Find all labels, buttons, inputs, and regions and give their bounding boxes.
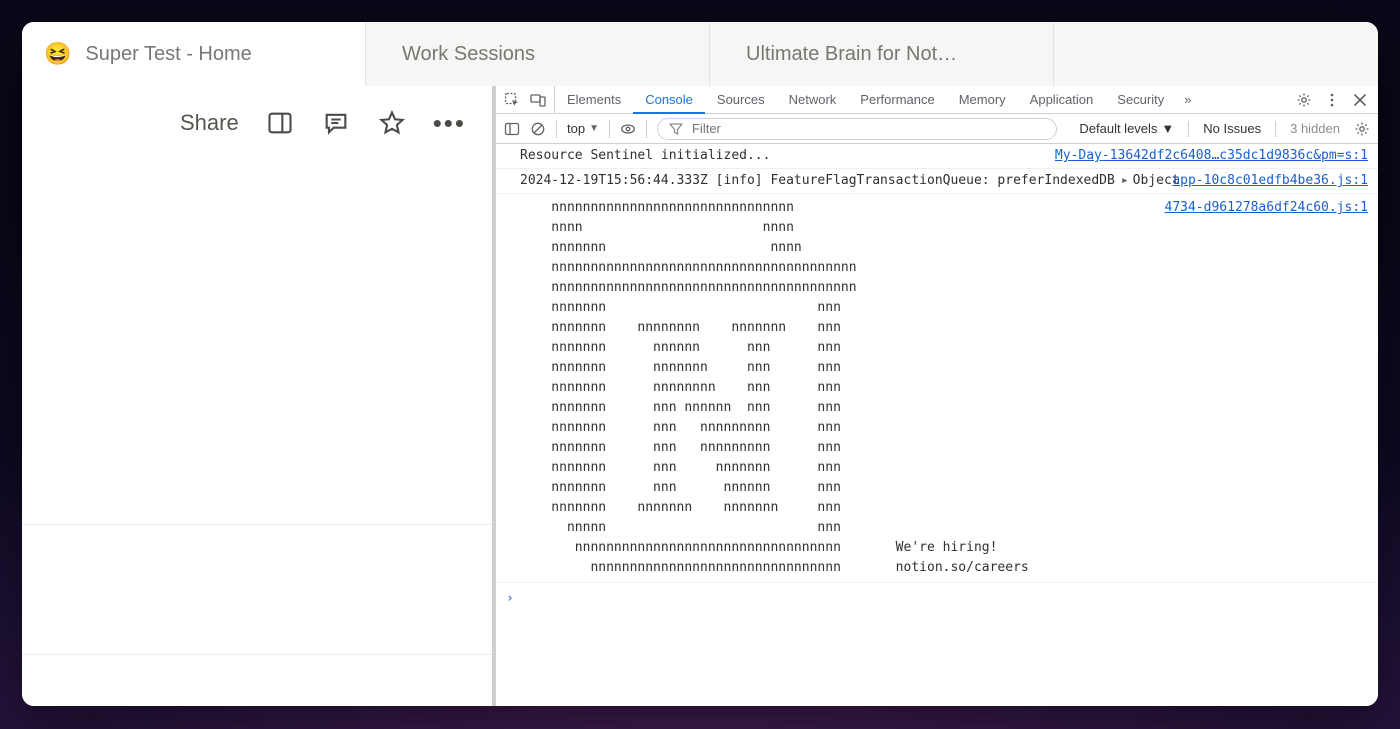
- issues-button[interactable]: No Issues: [1203, 121, 1261, 136]
- console-output: Resource Sentinel initialized... My-Day-…: [496, 144, 1378, 706]
- tab-application[interactable]: Application: [1018, 86, 1106, 113]
- tab-sources[interactable]: Sources: [705, 86, 777, 113]
- context-selector[interactable]: top ▼: [567, 121, 599, 136]
- filter-icon: [668, 121, 684, 137]
- devtools-pane: Elements Console Sources Network Perform…: [492, 86, 1378, 706]
- log-row: Resource Sentinel initialized... My-Day-…: [496, 144, 1378, 169]
- expand-triangle-icon[interactable]: ▸: [1121, 173, 1129, 188]
- live-expression-icon[interactable]: [620, 121, 636, 137]
- log-levels-dropdown[interactable]: Default levels ▼: [1079, 121, 1174, 136]
- app-window: 😆 Super Test - Home Work Sessions Ultima…: [22, 22, 1378, 706]
- console-toolbar: top ▼ Default levels ▼: [496, 114, 1378, 144]
- tab-label: Ultimate Brain for Not…: [746, 43, 957, 66]
- settings-icon[interactable]: [1296, 92, 1312, 108]
- log-source-link[interactable]: 4734-d961278a6df24c60.js:1: [1165, 198, 1369, 578]
- hidden-count: 3 hidden: [1290, 121, 1340, 136]
- more-icon[interactable]: •••: [433, 108, 466, 139]
- devtools-tabbar: Elements Console Sources Network Perform…: [496, 86, 1378, 114]
- clear-console-icon[interactable]: [530, 121, 546, 137]
- log-source-link[interactable]: My-Day-13642df2c6408…c35dc1d9836c&pm=s:1: [1055, 146, 1368, 166]
- console-settings-icon[interactable]: [1354, 121, 1370, 137]
- log-row-ascii: nnnnnnnnnnnnnnnnnnnnnnnnnnnnnnn nnnn nnn…: [496, 194, 1378, 583]
- tab-ultimate-brain[interactable]: Ultimate Brain for Not…: [710, 22, 1054, 86]
- tab-label: Super Test - Home: [85, 43, 251, 66]
- inspect-icon[interactable]: [504, 92, 520, 108]
- app-pane: Share •••: [22, 86, 492, 706]
- tab-console[interactable]: Console: [633, 86, 705, 114]
- divider: [22, 654, 492, 655]
- log-row: 2024-12-19T15:56:44.333Z [info] FeatureF…: [496, 169, 1378, 194]
- tab-overflow-icon[interactable]: »: [1176, 86, 1199, 113]
- tab-security[interactable]: Security: [1105, 86, 1176, 113]
- chevron-down-icon: ▼: [589, 123, 599, 134]
- devtools-left-icons: [496, 86, 555, 113]
- main-split: Share •••: [22, 86, 1378, 706]
- log-message: Resource Sentinel initialized...: [520, 146, 1043, 166]
- device-toggle-icon[interactable]: [530, 92, 546, 108]
- filter-text-field[interactable]: [692, 121, 1046, 136]
- tab-network[interactable]: Network: [777, 86, 849, 113]
- filter-input[interactable]: [657, 118, 1057, 140]
- page-topbar: Share •••: [22, 86, 492, 160]
- star-icon[interactable]: [377, 108, 407, 138]
- close-icon[interactable]: [1352, 92, 1368, 108]
- tab-elements[interactable]: Elements: [555, 86, 633, 113]
- devtools-panel-tabs: Elements Console Sources Network Perform…: [555, 86, 1199, 113]
- log-source-link[interactable]: app-10c8c01edfb4be36.js:1: [1172, 171, 1368, 191]
- tab-memory[interactable]: Memory: [947, 86, 1018, 113]
- comment-icon[interactable]: [321, 108, 351, 138]
- tab-performance[interactable]: Performance: [848, 86, 946, 113]
- sidebar-toggle-icon[interactable]: [504, 121, 520, 137]
- tab-strip: 😆 Super Test - Home Work Sessions Ultima…: [22, 22, 1378, 86]
- tab-super-test[interactable]: 😆 Super Test - Home: [22, 22, 366, 86]
- share-button[interactable]: Share: [180, 110, 239, 136]
- divider: [22, 524, 492, 525]
- chevron-down-icon: ▼: [1161, 121, 1174, 136]
- emoji-icon: 😆: [44, 43, 71, 65]
- ascii-art: nnnnnnnnnnnnnnnnnnnnnnnnnnnnnnn nnnn nnn…: [520, 198, 1153, 578]
- console-prompt[interactable]: ›: [496, 583, 1378, 615]
- tab-label: Work Sessions: [402, 43, 535, 66]
- side-peek-icon[interactable]: [265, 108, 295, 138]
- tab-strip-empty: [1054, 22, 1378, 86]
- log-message: 2024-12-19T15:56:44.333Z [info] FeatureF…: [520, 171, 1160, 191]
- tab-work-sessions[interactable]: Work Sessions: [366, 22, 710, 86]
- devtools-right-icons: [1286, 86, 1378, 113]
- kebab-icon[interactable]: [1324, 92, 1340, 108]
